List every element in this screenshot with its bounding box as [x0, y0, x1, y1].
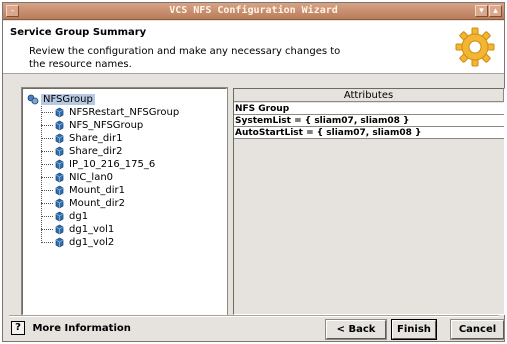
- resource-tree[interactable]: NFSGroup NFSRestart_NFSGroup NFS_NFSGroup…: [21, 87, 228, 316]
- tree-connector: [41, 190, 53, 191]
- attributes-header: Attributes: [234, 89, 504, 102]
- help-icon: ?: [11, 321, 25, 335]
- tree-item-label: NFS_NFSGroup: [69, 120, 144, 131]
- minimize-icon: ▾: [479, 6, 484, 16]
- more-information-button[interactable]: ? More Information: [11, 320, 131, 339]
- resource-icon: [55, 159, 64, 170]
- window-title: VCS NFS Configuration Wizard: [169, 5, 338, 16]
- resource-icon: [55, 198, 64, 209]
- gear-icon: [455, 27, 495, 67]
- resource-icon: [55, 172, 64, 183]
- more-information-label: More Information: [32, 323, 131, 334]
- tree-item-label: dg1: [69, 211, 89, 222]
- maximize-button[interactable]: ▴: [489, 5, 502, 17]
- page-title: Service Group Summary: [10, 27, 147, 38]
- resource-icon: [55, 107, 64, 118]
- resource-icon: [55, 211, 64, 222]
- tree-connector: [41, 138, 53, 139]
- wizard-window: - VCS NFS Configuration Wizard ▾ ▴ Servi…: [2, 2, 505, 342]
- resource-icon: [55, 120, 64, 131]
- cancel-button[interactable]: Cancel: [450, 319, 505, 340]
- minimize-button[interactable]: ▾: [475, 5, 488, 17]
- tree-connector: [41, 216, 53, 217]
- attribute-row[interactable]: NFS Group: [234, 103, 504, 115]
- maximize-icon: ▴: [493, 6, 498, 16]
- resource-icon: [55, 237, 64, 248]
- tree-item-label: Share_dir2: [69, 146, 123, 157]
- tree-connector: [41, 177, 53, 178]
- attribute-row[interactable]: SystemList = { sliam07, sliam08 }: [234, 115, 504, 127]
- attributes-panel: Attributes NFS Group SystemList = { sliam…: [233, 88, 505, 315]
- service-group-icon: [27, 94, 39, 105]
- tree-guide-line: [41, 106, 42, 243]
- tree-root-item[interactable]: NFSGroup: [27, 93, 95, 106]
- tree-root-label: NFSGroup: [41, 94, 95, 105]
- tree-connector: [41, 125, 53, 126]
- resource-icon: [55, 146, 64, 157]
- back-button[interactable]: < Back: [325, 319, 387, 340]
- tree-connector: [41, 151, 53, 152]
- attribute-row[interactable]: AutoStartList = { sliam07, sliam08 }: [234, 127, 504, 139]
- tree-connector: [41, 203, 53, 204]
- title-bar[interactable]: - VCS NFS Configuration Wizard ▾ ▴: [3, 3, 504, 20]
- tree-item-label: IP_10_216_175_6: [69, 159, 156, 170]
- tree-connector: [41, 164, 53, 165]
- tree-item-label: Mount_dir2: [69, 198, 125, 209]
- tree-connector: [41, 242, 53, 243]
- tree-item-label: NIC_lan0: [69, 172, 114, 183]
- wizard-header: Service Group Summary Review the configu…: [3, 21, 504, 74]
- resource-icon: [55, 224, 64, 235]
- resource-icon: [55, 185, 64, 196]
- tree-item-label: Mount_dir1: [69, 185, 125, 196]
- resource-icon: [55, 133, 64, 144]
- tree-item-label: Share_dir1: [69, 133, 123, 144]
- tree-item-label: dg1_vol1: [69, 224, 115, 235]
- tree-connector: [41, 229, 53, 230]
- page-description: Review the configuration and make any ne…: [29, 46, 341, 70]
- finish-button[interactable]: Finish: [391, 319, 437, 340]
- footer-separator: [9, 315, 499, 317]
- tree-item-label: NFSRestart_NFSGroup: [69, 107, 180, 118]
- tree-item-label: dg1_vol2: [69, 237, 115, 248]
- tree-connector: [41, 112, 53, 113]
